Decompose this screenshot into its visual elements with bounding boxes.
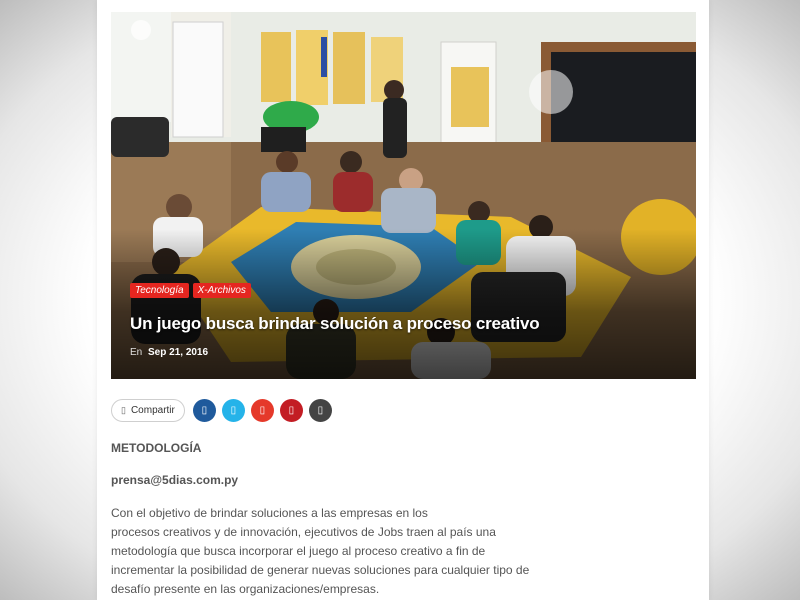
facebook-share-button[interactable]: ▯: [192, 399, 216, 422]
author-email: prensa@5dias.com.py: [111, 473, 239, 487]
paragraph-line: metodología que busca incorporar el jueg…: [111, 544, 486, 558]
share-icon: ▯: [121, 405, 126, 415]
paragraph-line: incrementar la posibilidad de generar nu…: [111, 563, 530, 577]
pinterest-icon: ▯: [288, 405, 295, 416]
twitter-icon: ▯: [230, 405, 237, 416]
paragraph-line: desafío presente en las organizaciones/e…: [111, 582, 380, 596]
share-label: Compartir: [130, 405, 175, 416]
category-tag-x-archivos[interactable]: X-Archivos: [192, 283, 251, 298]
share-button[interactable]: ▯ Compartir: [111, 399, 185, 422]
pinterest-share-button[interactable]: ▯: [279, 399, 303, 422]
share-bar: ▯ Compartir ▯ ▯ ▯ ▯ ▯: [111, 399, 332, 422]
category-tag-tecnologia[interactable]: Tecnología: [130, 283, 189, 298]
google-plus-icon: ▯: [259, 405, 266, 416]
article-date: Sep 21, 2016: [148, 347, 209, 358]
facebook-icon: ▯: [201, 405, 208, 416]
paragraph-line: procesos creativos y de innovación, ejec…: [111, 525, 496, 539]
email-icon: ▯: [317, 405, 324, 416]
article-title[interactable]: Un juego busca brindar solución a proces…: [130, 314, 540, 334]
paragraph-line: Con el objetivo de brindar soluciones a …: [111, 506, 428, 520]
article-meta: En Sep 21, 2016: [130, 347, 208, 358]
article-paragraph: Con el objetivo de brindar soluciones a …: [111, 504, 530, 599]
hero-image[interactable]: Tecnología X-Archivos Un juego busca bri…: [111, 12, 696, 379]
email-share-button[interactable]: ▯: [308, 399, 332, 422]
google-plus-share-button[interactable]: ▯: [250, 399, 274, 422]
twitter-share-button[interactable]: ▯: [221, 399, 245, 422]
category-tags: Tecnología X-Archivos: [130, 283, 251, 298]
meta-prefix: En: [130, 347, 143, 358]
section-heading: METODOLOGÍA: [111, 441, 202, 455]
